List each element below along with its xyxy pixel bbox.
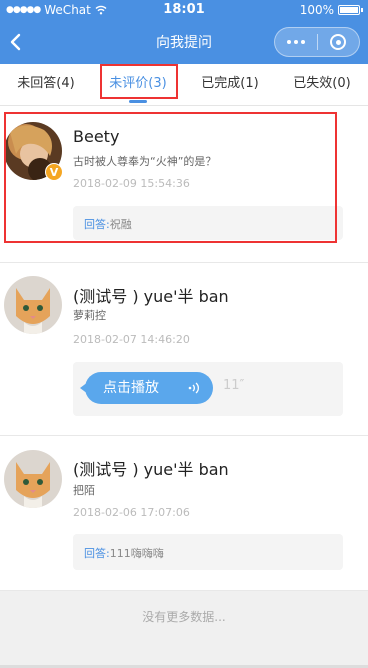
answer-box[interactable]: 回答:祝融 — [73, 206, 343, 240]
tab-label: 未评价(3) — [109, 76, 167, 91]
target-close-icon — [330, 34, 347, 50]
list-item[interactable]: (测试号 ) yue'半 ban 把陌 2018-02-06 17:07:06 … — [0, 436, 368, 591]
miniprogram-capsule — [274, 27, 360, 57]
item-question: 萝莉控 — [73, 309, 106, 322]
answer-text: 111嗨嗨嗨 — [109, 547, 164, 560]
avatar — [4, 450, 62, 508]
tab-label: 未回答(4) — [17, 76, 75, 91]
battery-status: 100% — [299, 3, 363, 17]
answer-label: 回答: — [84, 547, 110, 560]
tab-bar: 未回答(4) 未评价(3) 已完成(1) 已失效(0) — [0, 64, 368, 106]
voice-wave-icon — [188, 382, 199, 394]
voice-play-label: 点击播放 — [103, 380, 159, 396]
battery-icon — [338, 5, 363, 15]
tab-label: 已完成(1) — [201, 76, 259, 91]
item-date: 2018-02-09 15:54:36 — [73, 177, 190, 190]
voice-duration: 11″ — [223, 378, 245, 393]
nav-bar: 向我提问 — [0, 20, 368, 64]
avatar — [4, 276, 62, 334]
answer-text: 祝融 — [109, 218, 132, 231]
avatar-image — [4, 450, 62, 508]
item-name: (测试号 ) yue'半 ban — [73, 287, 229, 306]
list-item[interactable]: V Beety 古时被人尊奉为“火神”的是？ 2018-02-09 15:54:… — [0, 107, 368, 263]
no-more-data-text: 没有更多数据... — [142, 610, 226, 624]
answer-box[interactable]: 回答:111嗨嗨嗨 — [73, 534, 343, 570]
more-button[interactable] — [275, 28, 317, 56]
item-question: 把陌 — [73, 484, 95, 497]
question-list: V Beety 古时被人尊奉为“火神”的是？ 2018-02-09 15:54:… — [0, 107, 368, 591]
item-name: Beety — [73, 127, 120, 146]
avatar-image — [4, 276, 62, 334]
voice-answer-box: 点击播放 11″ — [73, 362, 343, 416]
status-bar: ●●●●● WeChat 18:01 100% — [0, 0, 368, 20]
tab-unrated[interactable]: 未评价(3) — [92, 64, 184, 105]
battery-percent: 100% — [299, 3, 334, 17]
more-dot — [294, 40, 298, 44]
active-tab-indicator — [129, 100, 147, 103]
item-question: 古时被人尊奉为“火神”的是？ — [73, 155, 217, 168]
answer-label: 回答: — [84, 218, 110, 231]
close-button[interactable] — [318, 28, 359, 56]
list-footer: 没有更多数据... — [0, 591, 368, 668]
more-dot — [301, 40, 305, 44]
tab-unanswered[interactable]: 未回答(4) — [0, 64, 92, 105]
item-date: 2018-02-06 17:07:06 — [73, 506, 190, 519]
tab-label: 已失效(0) — [293, 76, 351, 91]
verified-badge: V — [45, 163, 63, 181]
bubble-tail — [80, 382, 88, 394]
more-dots-icon — [287, 40, 291, 44]
tab-expired[interactable]: 已失效(0) — [276, 64, 368, 105]
tab-completed[interactable]: 已完成(1) — [184, 64, 276, 105]
item-name: (测试号 ) yue'半 ban — [73, 460, 229, 479]
voice-play-button[interactable]: 点击播放 — [80, 372, 213, 404]
list-item[interactable]: (测试号 ) yue'半 ban 萝莉控 2018-02-07 14:46:20… — [0, 263, 368, 436]
item-date: 2018-02-07 14:46:20 — [73, 333, 190, 346]
